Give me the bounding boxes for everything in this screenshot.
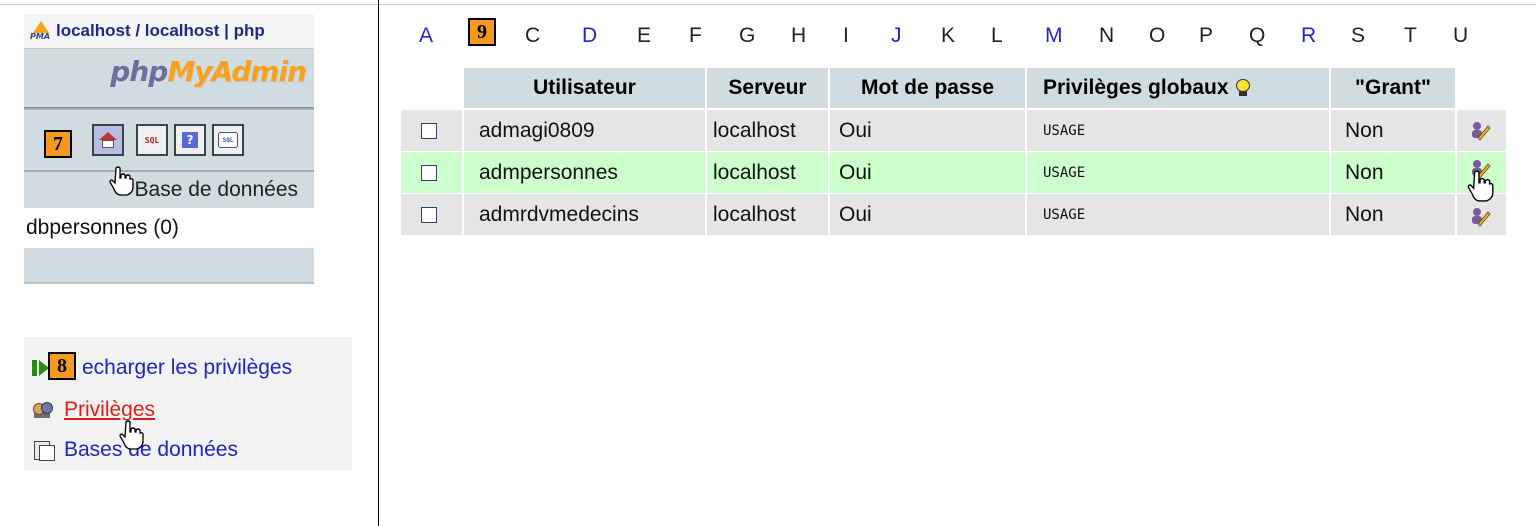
alpha-letter[interactable]: J xyxy=(891,24,902,48)
row-checkbox[interactable] xyxy=(421,122,437,139)
sql-docs-icon: SQL xyxy=(218,132,238,148)
user-host: localhost xyxy=(713,118,796,142)
alpha-letter: E xyxy=(637,24,652,47)
edit-privileges-icon[interactable] xyxy=(1469,206,1491,228)
alpha-letter[interactable]: M xyxy=(1045,24,1063,48)
table-row[interactable]: admrdvmedecins localhost Oui USAGE Non xyxy=(401,194,1506,235)
step-badge-9: 9 xyxy=(468,18,496,46)
global-privileges-label: Privilèges globaux xyxy=(1043,76,1229,99)
user-password: Oui xyxy=(839,118,872,142)
edit-privileges-icon[interactable] xyxy=(1469,120,1491,142)
databases-icon xyxy=(32,439,55,461)
alpha-letter: I xyxy=(843,24,849,47)
user-privileges: USAGE xyxy=(1043,206,1086,223)
sql-icon: SQL xyxy=(144,135,160,145)
alpha-letter: G xyxy=(739,24,756,47)
alpha-letter: T xyxy=(1404,24,1417,47)
help-icon: ? xyxy=(182,132,198,148)
database-link[interactable]: dbpersonnes (0) xyxy=(24,208,314,248)
alpha-letter[interactable]: R xyxy=(1301,24,1316,48)
alpha-letter: U xyxy=(1453,24,1469,47)
sql-docs-button[interactable]: SQL xyxy=(212,124,244,156)
column-header-user[interactable]: Utilisateur xyxy=(464,68,705,108)
alpha-letter: H xyxy=(791,24,807,47)
alpha-letter[interactable]: D xyxy=(582,24,597,48)
column-header-global-privileges: Privilèges globaux xyxy=(1027,68,1329,108)
users-table: Utilisateur Serveur Mot de passe Privilè… xyxy=(401,68,1506,236)
window-title: localhost / localhost | php xyxy=(56,21,265,40)
alpha-letter[interactable]: A xyxy=(419,24,433,48)
user-grant: Non xyxy=(1345,202,1384,226)
pma-small-logo-icon: PMA xyxy=(30,20,52,42)
row-checkbox[interactable] xyxy=(421,206,437,223)
menu-item-privileges-label[interactable]: Privilèges xyxy=(64,398,155,422)
alpha-letter: C xyxy=(525,24,541,47)
menu-item-databases-label[interactable]: Bases de données xyxy=(64,438,238,462)
window-titlebar: PMA localhost / localhost | php xyxy=(24,14,314,49)
menu-item-reload-label[interactable]: echarger les privilèges xyxy=(82,356,292,380)
alpha-letter: L xyxy=(991,24,1003,47)
alphabet-filter-bar: A C D E F G H I J K L M N O P Q R S T U xyxy=(400,12,1536,56)
frame-divider[interactable] xyxy=(378,0,379,526)
row-checkbox[interactable] xyxy=(421,164,437,181)
databases-heading: Base de données xyxy=(24,170,314,208)
alpha-letter: O xyxy=(1149,24,1166,47)
sql-query-button[interactable]: SQL xyxy=(136,124,168,156)
home-icon xyxy=(99,132,117,148)
home-button[interactable] xyxy=(92,124,124,156)
step-badge-8: 8 xyxy=(48,352,76,380)
user-password: Oui xyxy=(839,160,872,184)
user-password: Oui xyxy=(839,202,872,226)
user-name: admrdvmedecins xyxy=(479,202,639,226)
privileges-icon xyxy=(32,399,54,421)
step-badge-7: 7 xyxy=(44,130,72,158)
lightbulb-hint-icon[interactable] xyxy=(1235,79,1251,97)
column-header-host[interactable]: Serveur xyxy=(707,68,828,108)
hand-cursor-icon xyxy=(119,420,144,450)
column-header-grant: "Grant" xyxy=(1331,68,1455,108)
top-border-line xyxy=(0,4,1536,5)
user-name: admagi0809 xyxy=(479,118,595,142)
phpmyadmin-logo[interactable]: phpMyAdmin xyxy=(110,55,307,88)
alpha-letter: K xyxy=(941,24,956,47)
user-host: localhost xyxy=(713,160,796,184)
column-header-password: Mot de passe xyxy=(830,68,1025,108)
alpha-letter: S xyxy=(1351,24,1366,47)
table-row[interactable]: admagi0809 localhost Oui USAGE Non xyxy=(401,110,1506,151)
alpha-letter: P xyxy=(1199,24,1214,47)
user-host: localhost xyxy=(713,202,796,226)
user-grant: Non xyxy=(1345,118,1384,142)
alpha-letter: F xyxy=(689,24,702,47)
hand-cursor-icon xyxy=(1467,170,1494,202)
user-grant: Non xyxy=(1345,160,1384,184)
user-privileges: USAGE xyxy=(1043,122,1086,139)
alpha-letter: N xyxy=(1099,24,1115,47)
hand-cursor-icon xyxy=(109,166,134,196)
table-row[interactable]: admpersonnes localhost Oui USAGE Non xyxy=(401,152,1506,193)
help-button[interactable]: ? xyxy=(174,124,206,156)
user-privileges: USAGE xyxy=(1043,164,1086,181)
user-name: admpersonnes xyxy=(479,160,618,184)
alpha-letter: Q xyxy=(1249,24,1266,47)
